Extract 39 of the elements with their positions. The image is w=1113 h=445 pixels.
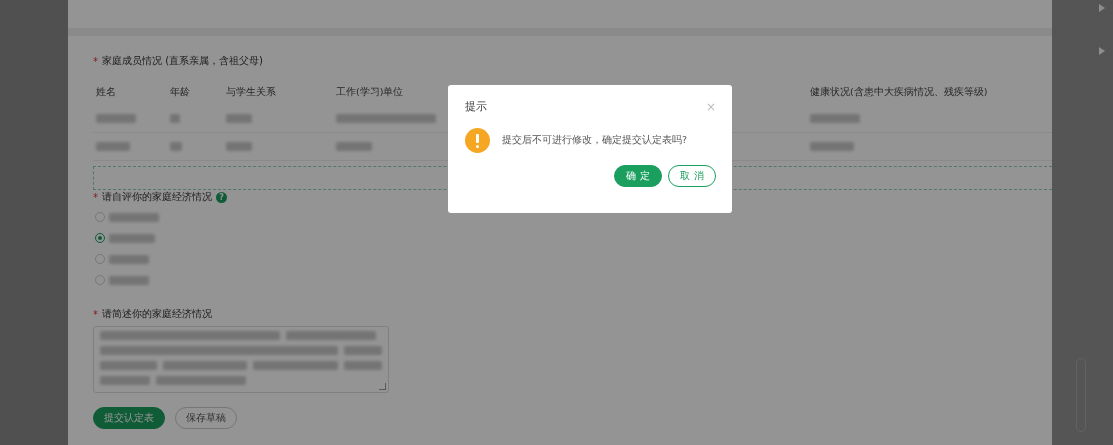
redacted-text xyxy=(170,142,182,151)
expand-arrow-icon[interactable] xyxy=(1099,4,1105,12)
resize-handle-icon[interactable] xyxy=(379,383,386,390)
confirm-button[interactable]: 确 定 xyxy=(614,165,662,187)
save-draft-button[interactable]: 保存草稿 xyxy=(175,407,237,429)
column-header: 年龄 xyxy=(169,86,191,99)
redacted-text xyxy=(344,361,382,370)
section-title: 请简述你的家庭经济情况 xyxy=(102,307,212,321)
column-header: 工作(学习)单位 xyxy=(335,86,405,99)
warning-icon xyxy=(465,128,490,153)
redacted-text xyxy=(226,142,252,151)
redacted-text xyxy=(810,114,860,123)
help-icon[interactable]: ? xyxy=(216,191,227,203)
expand-arrow-icon[interactable] xyxy=(1099,47,1105,55)
column-header: 姓名 xyxy=(95,86,117,99)
redacted-text xyxy=(170,114,180,123)
column-header: 与学生关系 xyxy=(225,86,277,99)
redacted-text xyxy=(810,142,854,151)
column-header: 健康状况(含患中大疾病情况、残疾等级) xyxy=(809,86,989,99)
section-title: 请自评你的家庭经济情况 xyxy=(102,190,212,204)
radio-button[interactable] xyxy=(95,233,105,243)
dialog-title: 提示 xyxy=(465,99,487,114)
redacted-text xyxy=(100,361,157,370)
redacted-text xyxy=(336,142,372,151)
redacted-text xyxy=(226,114,252,123)
radio-button[interactable] xyxy=(95,212,105,222)
required-mark: * xyxy=(93,191,98,203)
dialog-message: 提交后不可进行修改，确定提交认定表吗? xyxy=(502,134,688,147)
submit-button[interactable]: 提交认定表 xyxy=(93,407,165,429)
required-mark: * xyxy=(93,308,98,320)
radio-button[interactable] xyxy=(95,254,105,264)
required-mark: * xyxy=(93,55,98,67)
cancel-button[interactable]: 取 消 xyxy=(668,165,716,187)
text-area[interactable] xyxy=(93,326,389,393)
redacted-text xyxy=(100,376,150,385)
redacted-text xyxy=(343,346,382,355)
radio-button[interactable] xyxy=(95,275,105,285)
section-title: 家庭成员情况 (直系亲属，含祖父母) xyxy=(102,54,263,68)
close-button[interactable]: × xyxy=(705,99,716,114)
